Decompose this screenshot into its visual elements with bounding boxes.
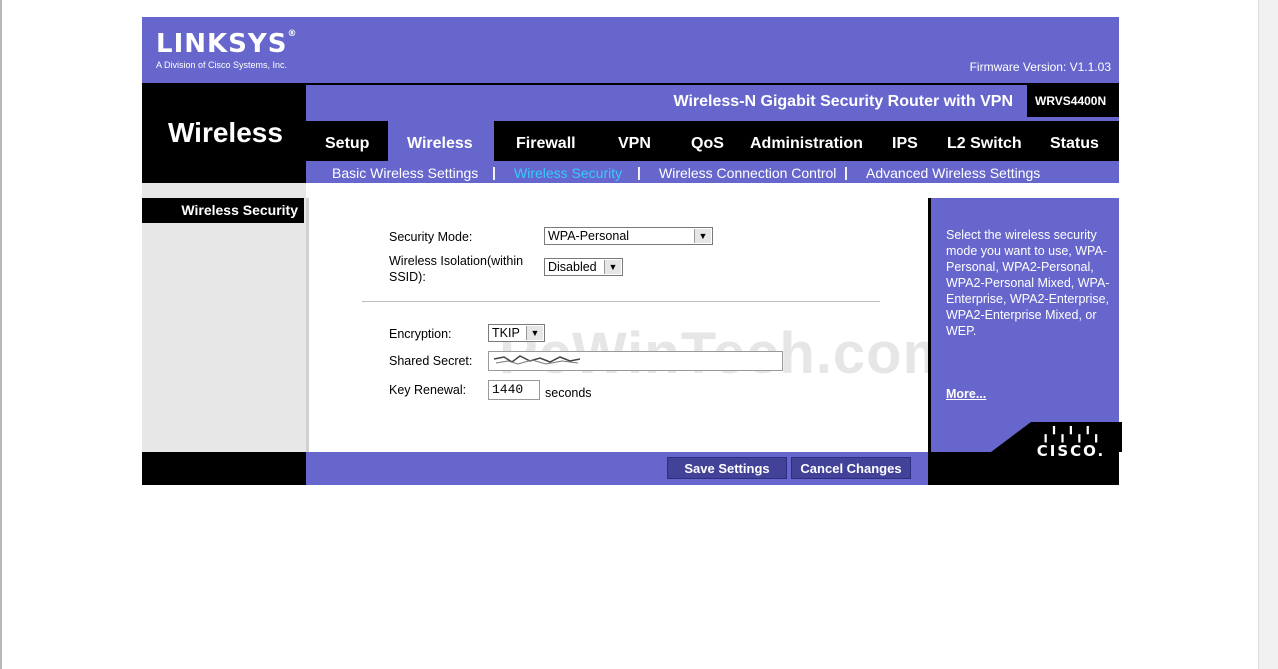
content-top-spacer [306,183,1119,198]
left-column [142,183,306,452]
sidebar-section-title: Wireless Security [142,198,304,223]
logo-subtitle: A Division of Cisco Systems, Inc. [156,60,288,70]
wireless-isolation-value: Disabled [548,260,597,274]
header-banner: LINKSYS® A Division of Cisco Systems, In… [142,17,1119,83]
form-divider [362,301,880,302]
cisco-bars-icon: ╻╹╻╹╻╹╻ [1041,427,1101,443]
security-mode-select[interactable]: WPA-Personal ▼ [544,227,713,245]
footer-bar: Save Settings Cancel Changes [306,452,928,485]
chevron-down-icon: ▼ [604,260,621,274]
tab-setup[interactable]: Setup [325,135,369,153]
linksys-logo: LINKSYS® [156,29,298,59]
router-admin-page: LINKSYS® A Division of Cisco Systems, In… [142,17,1122,485]
tab-ips[interactable]: IPS [892,135,918,153]
cancel-changes-button[interactable]: Cancel Changes [791,457,911,479]
window-left-border [0,0,2,669]
key-renewal-input[interactable]: 1440 [488,380,540,400]
encryption-label: Encryption: [389,327,452,341]
shared-secret-label: Shared Secret: [389,354,473,368]
sidebar-title-label: Wireless Security [181,202,298,218]
section-title: Wireless [168,117,283,148]
product-bar: Wireless-N Gigabit Security Router with … [306,85,1027,117]
key-renewal-unit: seconds [545,386,592,400]
tab-l2-switch[interactable]: L2 Switch [947,135,1022,153]
tab-status[interactable]: Status [1050,135,1099,153]
vertical-scrollbar[interactable] [1258,0,1278,669]
model-number: WRVS4400N [1035,94,1107,108]
subtab-wireless-security[interactable]: Wireless Security [514,165,622,181]
wireless-isolation-label: Wireless Isolation(within SSID): [389,253,523,285]
help-panel: Select the wireless security mode you wa… [928,198,1122,452]
key-renewal-value: 1440 [492,382,524,397]
isolation-label-line1: Wireless Isolation(within [389,254,524,268]
tab-wireless[interactable]: Wireless [407,135,473,153]
chevron-down-icon: ▼ [694,229,711,243]
chevron-down-icon: ▼ [526,326,543,340]
subtab-basic-wireless-settings[interactable]: Basic Wireless Settings [332,165,478,181]
subnav-separator: | [492,164,496,180]
help-text: Select the wireless security mode you wa… [946,228,1110,338]
subnav-separator: | [844,164,848,180]
section-title-block: Wireless [142,83,306,183]
tab-vpn[interactable]: VPN [618,135,651,153]
help-more-link[interactable]: More... [946,387,986,401]
encryption-select[interactable]: TKIP ▼ [488,324,545,342]
footer-left-block [142,452,306,485]
wireless-isolation-select[interactable]: Disabled ▼ [544,258,623,276]
tab-qos[interactable]: QoS [691,135,724,153]
subtab-advanced-wireless-settings[interactable]: Advanced Wireless Settings [866,165,1040,181]
product-name: Wireless-N Gigabit Security Router with … [673,93,1013,110]
sub-nav: Basic Wireless Settings | Wireless Secur… [306,161,1119,183]
cisco-wordmark: CISCO. [1036,442,1106,460]
security-mode-value: WPA-Personal [548,229,630,243]
cisco-logo: ╻╹╻╹╻╹╻ CISCO. [1031,428,1111,460]
encryption-value: TKIP [492,326,520,340]
security-mode-label: Security Mode: [389,230,473,244]
model-box: WRVS4400N [1027,85,1119,117]
main-nav: Setup Wireless Firewall VPN QoS Administ… [306,117,1119,161]
tab-firewall[interactable]: Firewall [516,135,576,153]
key-renewal-label: Key Renewal: [389,383,467,397]
save-settings-button[interactable]: Save Settings [667,457,787,479]
subtab-wireless-connection-control[interactable]: Wireless Connection Control [659,165,836,181]
isolation-label-line2: SSID): [389,270,426,284]
tab-administration[interactable]: Administration [750,135,863,153]
help-corner-shape [991,422,1031,452]
obscured-secret-scribble [493,355,581,365]
subnav-separator: | [637,164,641,180]
shared-secret-input[interactable] [488,351,783,371]
firmware-version: Firmware Version: V1.1.03 [969,60,1111,74]
